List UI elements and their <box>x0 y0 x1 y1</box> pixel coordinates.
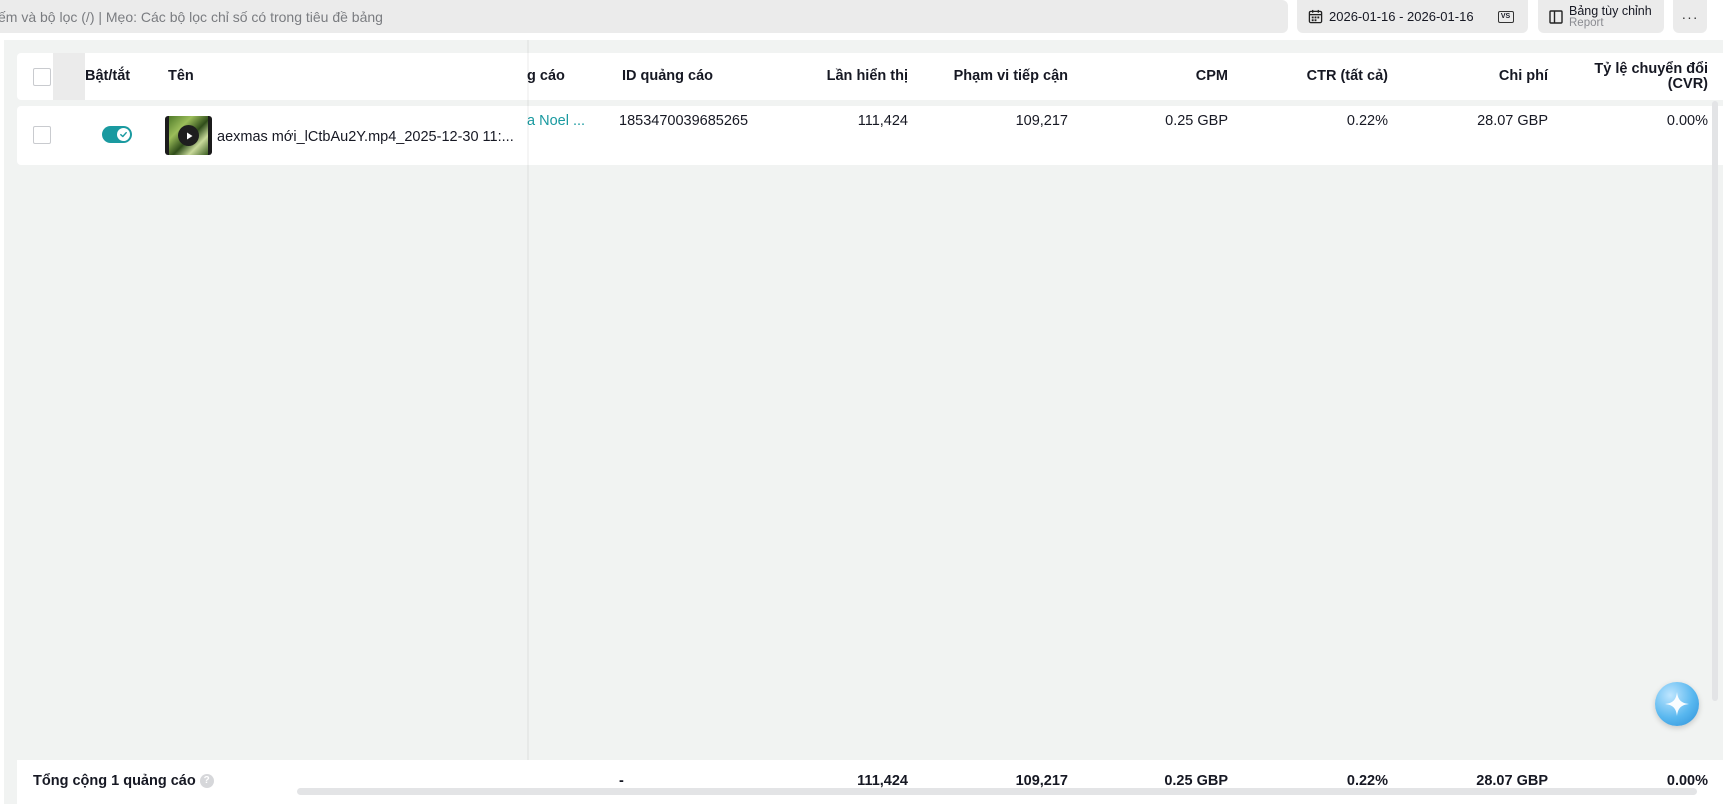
totals-ctr: 0.22% <box>1346 773 1388 789</box>
header-toggle[interactable]: Bật/tắt <box>85 69 130 84</box>
totals-cost: 28.07 GBP <box>1476 773 1548 789</box>
help-icon[interactable]: ? <box>199 774 214 789</box>
impressions-value: 111,424 <box>857 113 908 129</box>
totals-label: Tổng cộng 1 quảng cáo? <box>33 773 214 789</box>
custom-table-button[interactable]: Bảng tùy chỉnh Report <box>1538 0 1664 33</box>
sorted-column-highlight <box>53 53 85 100</box>
horizontal-scrollbar[interactable] <box>297 788 1697 795</box>
cvr-value: 0.00% <box>1666 113 1708 129</box>
assistant-sparkle-button[interactable] <box>1655 682 1699 726</box>
totals-cpm: 0.25 GBP <box>1164 773 1228 789</box>
row-checkbox[interactable] <box>33 126 51 144</box>
header-ad-group[interactable]: g cáo <box>527 69 565 84</box>
header-cost[interactable]: Chi phí <box>1388 69 1548 84</box>
search-placeholder: ếm và bộ lọc (/) | Mẹo: Các bộ lọc chỉ s… <box>0 8 383 25</box>
ad-id-value: 1853470039685265 <box>619 113 749 129</box>
totals-impressions: 111,424 <box>857 773 908 789</box>
video-thumbnail[interactable] <box>165 116 212 155</box>
date-range-text: 2026-01-16 - 2026-01-16 <box>1329 9 1474 24</box>
totals-label-text: Tổng cộng 1 quảng cáo <box>33 773 196 789</box>
search-input[interactable]: ếm và bộ lọc (/) | Mẹo: Các bộ lọc chỉ s… <box>0 0 1288 33</box>
custom-table-label: Bảng tùy chỉnh <box>1569 3 1652 18</box>
header-cvr[interactable]: Tỷ lệ chuyển đổi (CVR) <box>1530 62 1708 92</box>
header-impressions[interactable]: Lần hiển thị <box>760 69 908 84</box>
play-icon <box>178 125 199 146</box>
totals-ad-id: - <box>619 773 624 789</box>
custom-table-sublabel: Report <box>1569 16 1604 29</box>
columns-icon <box>1549 9 1563 24</box>
top-toolbar: ếm và bộ lọc (/) | Mẹo: Các bộ lọc chỉ s… <box>0 0 1723 40</box>
header-cpm[interactable]: CPM <box>1100 69 1228 84</box>
ad-group-link[interactable]: a Noel ... <box>527 113 585 129</box>
header-cvr-line1: Tỷ lệ chuyển đổi <box>1594 61 1708 77</box>
compare-icon[interactable]: VS <box>1497 10 1514 23</box>
ad-status-toggle[interactable] <box>102 126 132 143</box>
more-options-button[interactable]: ··· <box>1673 0 1707 33</box>
check-icon <box>117 128 130 141</box>
header-ctr[interactable]: CTR (tất cả) <box>1228 69 1388 84</box>
ad-name[interactable]: aexmas mới_lCtbAu2Y.mp4_2025-12-30 11:..… <box>217 129 514 145</box>
cost-value: 28.07 GBP <box>1477 113 1548 129</box>
reach-value: 109,217 <box>1015 113 1068 129</box>
calendar-icon <box>1308 9 1323 24</box>
date-range-picker[interactable]: 2026-01-16 - 2026-01-16 VS <box>1297 0 1528 33</box>
header-cvr-line2: (CVR) <box>1667 76 1708 92</box>
frozen-column-divider <box>527 40 529 790</box>
totals-reach: 109,217 <box>1015 773 1068 789</box>
header-reach[interactable]: Phạm vi tiếp cận <box>900 69 1068 84</box>
ctr-value: 0.22% <box>1346 113 1388 129</box>
sparkle-icon <box>1665 692 1689 716</box>
left-edge <box>0 40 4 804</box>
cpm-value: 0.25 GBP <box>1165 113 1228 129</box>
totals-cvr: 0.00% <box>1666 773 1708 789</box>
select-all-checkbox[interactable] <box>33 68 51 86</box>
vertical-scrollbar[interactable] <box>1712 101 1718 701</box>
header-ad-id[interactable]: ID quảng cáo <box>622 69 713 84</box>
header-name[interactable]: Tên <box>168 69 194 84</box>
